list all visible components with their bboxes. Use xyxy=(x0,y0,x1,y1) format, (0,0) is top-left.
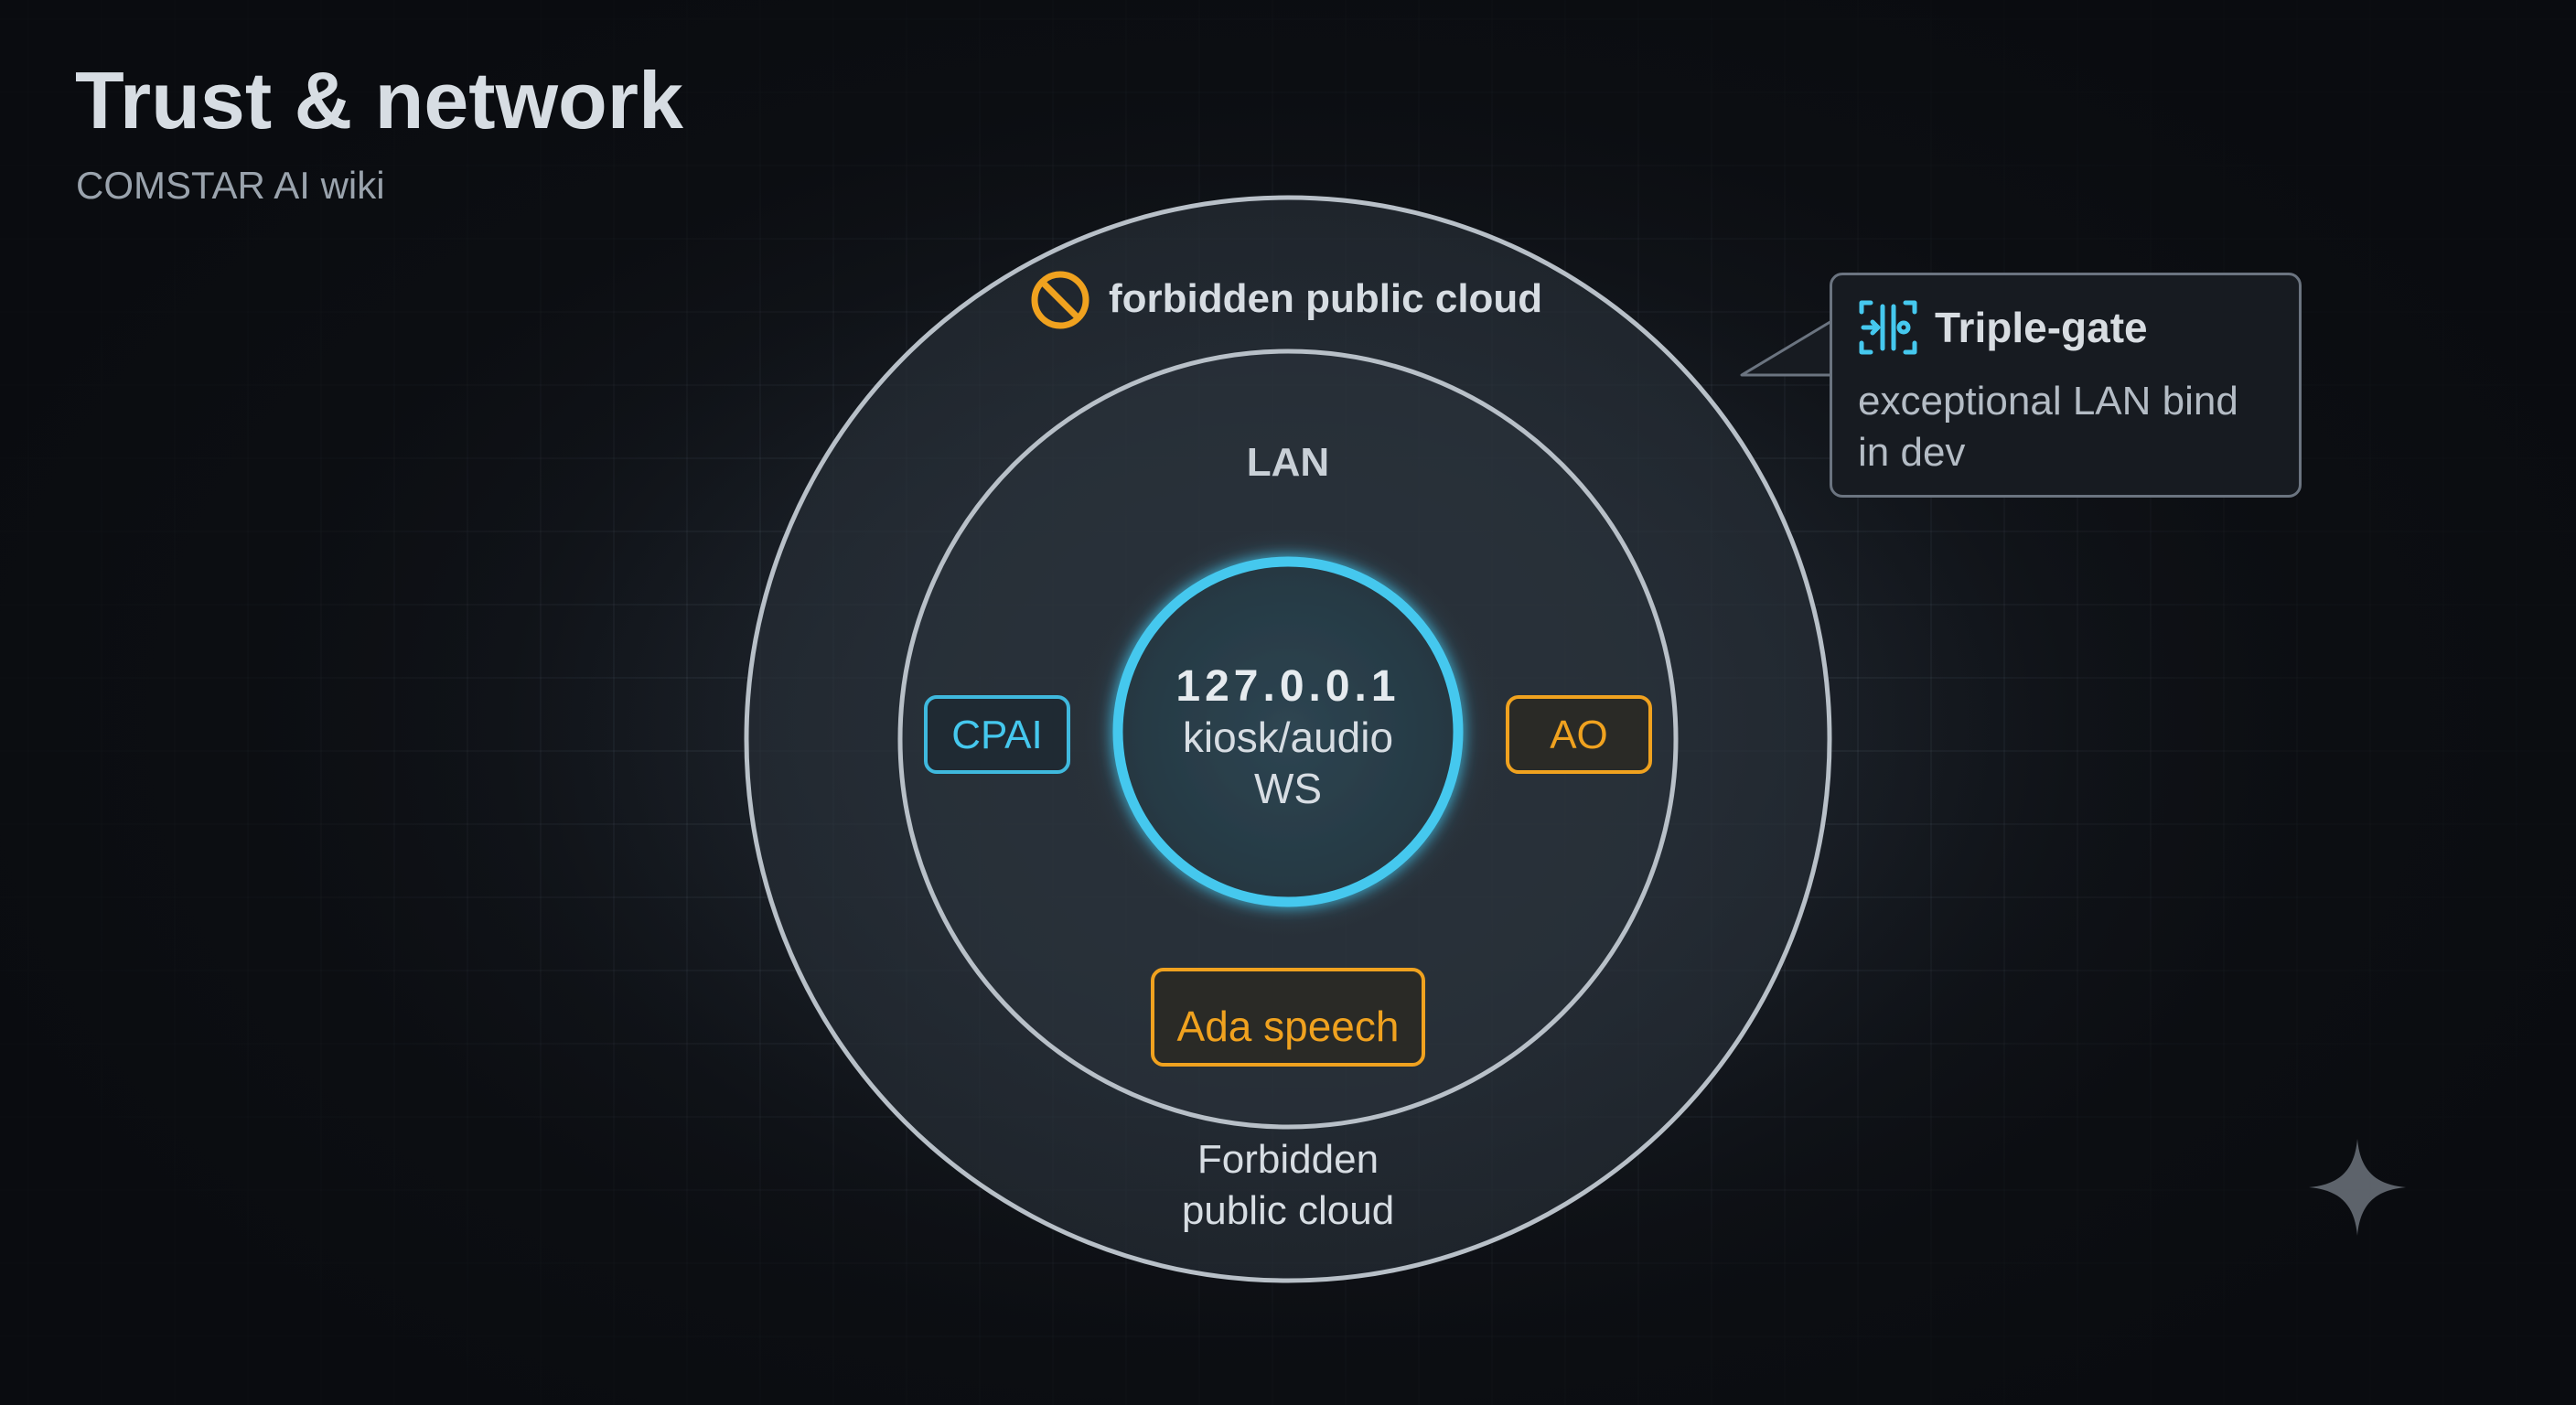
node-ada-speech: Ada speech xyxy=(1151,968,1425,1067)
callout-body: exceptional LAN bind in dev xyxy=(1858,376,2288,478)
outer-ring-bottom-label-line2: public cloud xyxy=(1182,1188,1394,1233)
core-address: 127.0.0.1 xyxy=(1175,662,1400,711)
callout-body-line1: exceptional LAN bind xyxy=(1858,379,2238,424)
node-ada-speech-label: Ada speech xyxy=(1177,1003,1400,1050)
outer-ring-bottom-label-line1: Forbidden xyxy=(1197,1137,1379,1182)
callout-header: Triple-gate xyxy=(1858,299,2148,356)
core-protocol: WS xyxy=(1254,765,1322,812)
triple-gate-icon xyxy=(1859,300,1917,355)
node-ao: AO xyxy=(1506,695,1652,774)
outer-ring-top-label: forbidden public cloud xyxy=(1109,276,1542,321)
lan-label: LAN xyxy=(1247,440,1329,485)
sparkle-icon xyxy=(2309,1139,2406,1236)
page: Trust & network COMSTAR AI wiki forbidde… xyxy=(0,0,2576,1405)
core-service: kiosk/audio xyxy=(1183,713,1393,761)
callout-pointer xyxy=(1740,318,1834,377)
callout-title: Triple-gate xyxy=(1935,304,2148,351)
node-cpai-label: CPAI xyxy=(951,713,1042,757)
callout-body-line2: in dev xyxy=(1858,430,1966,475)
trust-diagram: forbidden public cloud LAN 127.0.0.1 kio… xyxy=(744,195,1834,1283)
triple-gate-callout: Triple-gate exceptional LAN bind in dev xyxy=(1830,273,2302,498)
node-cpai: CPAI xyxy=(924,695,1070,774)
node-ao-label: AO xyxy=(1550,713,1608,757)
